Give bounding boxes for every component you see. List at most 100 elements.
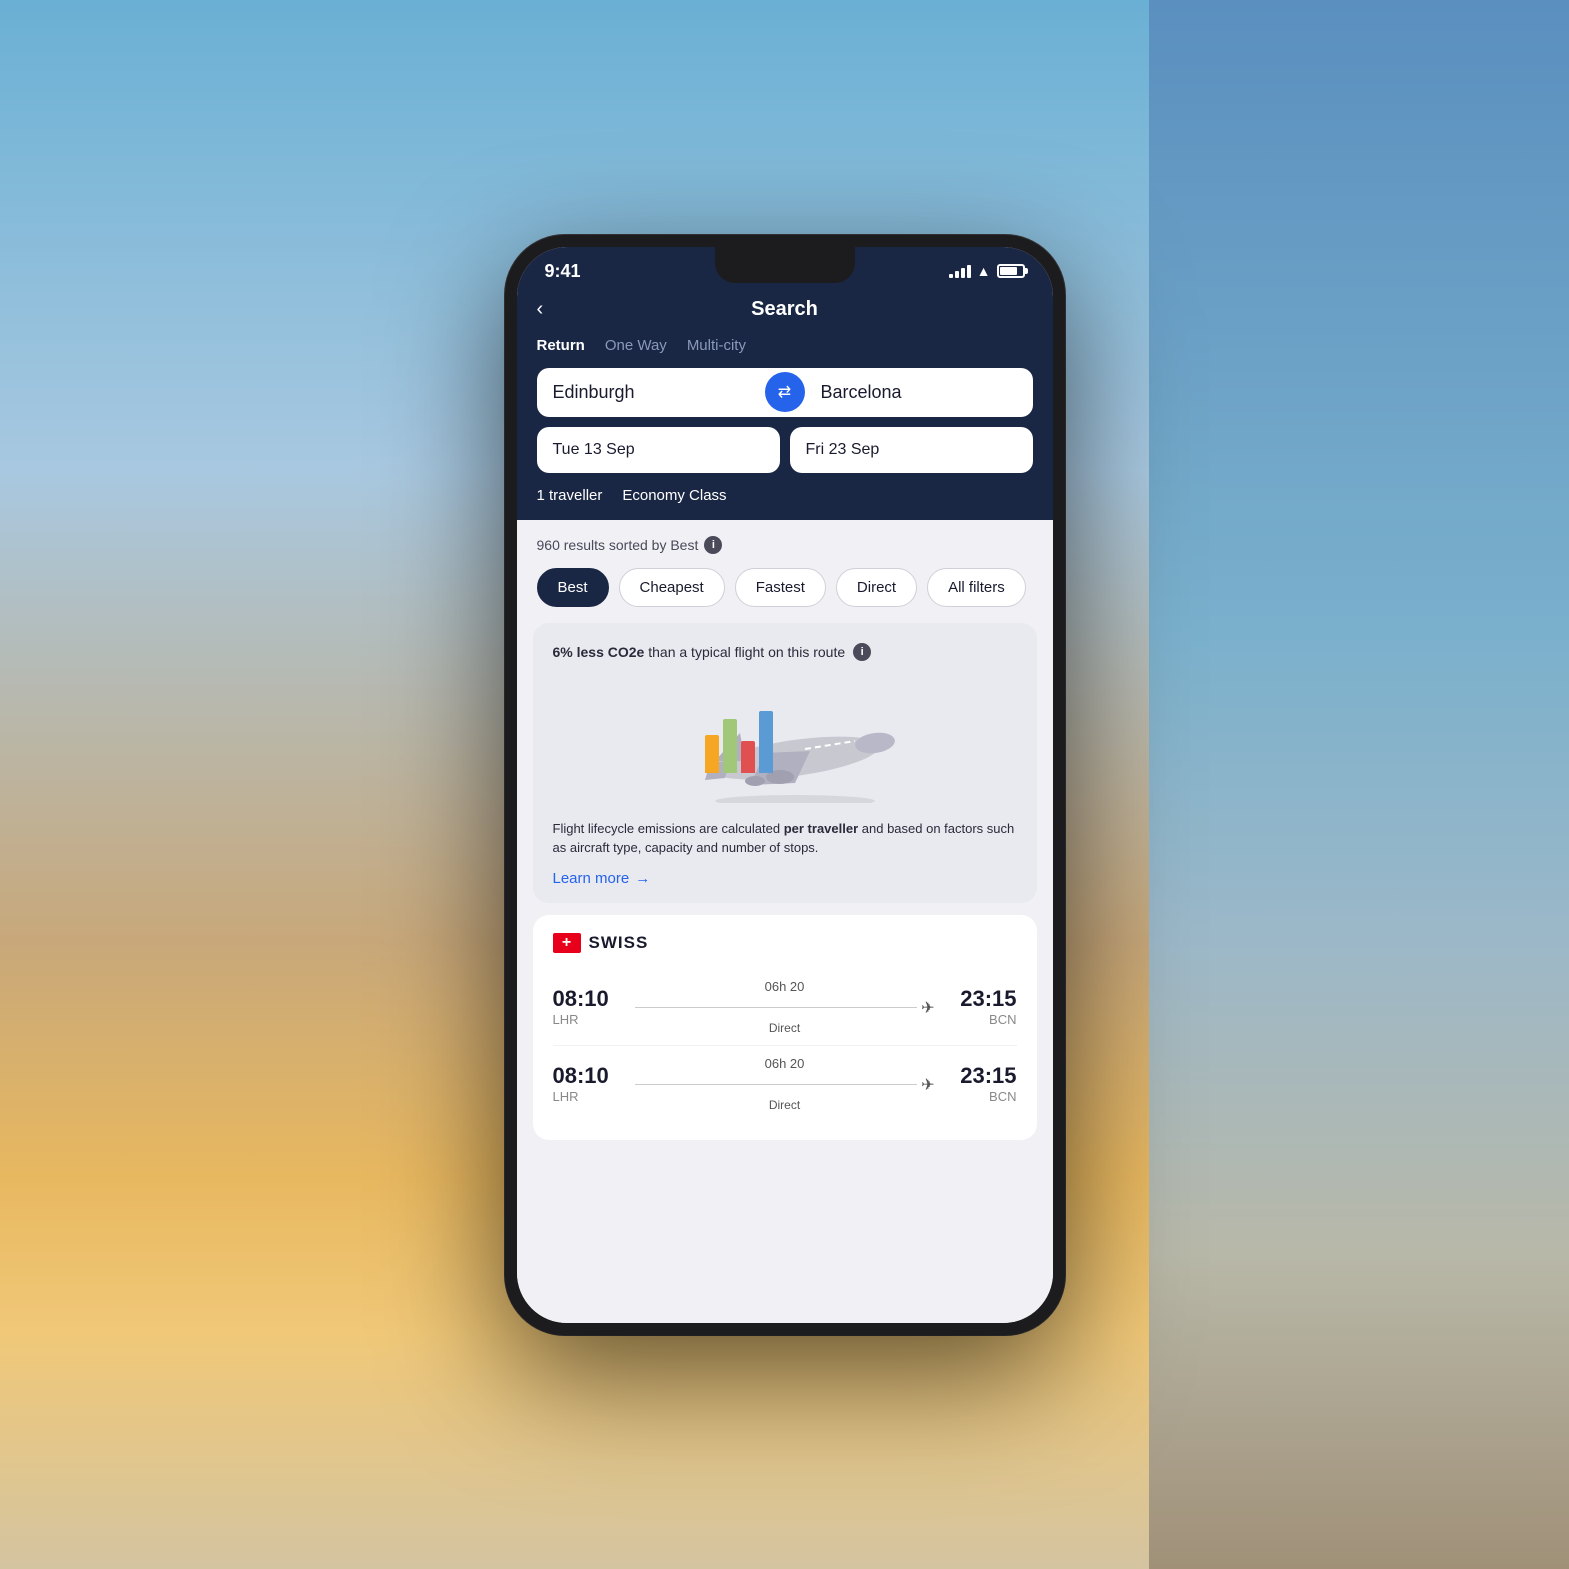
stop-type-2: Direct — [769, 1098, 800, 1112]
duration-text-2: 06h 20 — [765, 1056, 805, 1071]
depart-time-2: 08:10 LHR — [553, 1063, 623, 1104]
co2-header: 6% less CO2e than a typical flight on th… — [553, 643, 1017, 661]
status-time: 9:41 — [545, 261, 581, 282]
stop-type-1: Direct — [769, 1021, 800, 1035]
chart-bar-1 — [705, 735, 719, 773]
return-date-field[interactable]: Fri 23 Sep — [790, 427, 1033, 473]
search-header: ‹ Search Return One Way Multi-city Edinb… — [517, 290, 1053, 520]
route-row: Edinburgh ⇄ Barcelona — [537, 368, 1033, 417]
co2-body-bold: per traveller — [784, 821, 858, 836]
co2-body-prefix: Flight lifecycle emissions are calculate… — [553, 821, 784, 836]
learn-more-link[interactable]: Learn more → — [553, 870, 1017, 887]
info-icon-text: i — [712, 539, 715, 551]
signal-bar-2 — [955, 271, 959, 278]
depart-time-1: 08:10 LHR — [553, 986, 623, 1027]
airline-name: SWISS — [589, 933, 649, 953]
filter-chip-cheapest-label: Cheapest — [640, 579, 704, 596]
depart-time-value-1: 08:10 — [553, 986, 623, 1012]
flight-duration-2: 06h 20 ✈ Direct — [623, 1056, 947, 1112]
filter-chip-fastest[interactable]: Fastest — [735, 568, 826, 607]
results-count: 960 results sorted by Best i — [537, 536, 1033, 554]
airplane-illustration — [665, 693, 905, 803]
cabin-class-field[interactable]: Economy Class — [622, 487, 726, 504]
learn-more-text: Learn more — [553, 870, 630, 887]
filter-chip-best[interactable]: Best — [537, 568, 609, 607]
back-button[interactable]: ‹ — [537, 298, 544, 321]
phone-shell: 9:41 ▲ ‹ Sea — [505, 235, 1065, 1335]
learn-more-arrow: → — [635, 870, 650, 887]
swiss-logo-cross — [553, 933, 581, 953]
phone-screen: 9:41 ▲ ‹ Sea — [517, 247, 1053, 1323]
destination-field[interactable]: Barcelona — [805, 368, 1033, 417]
co2-info-icon[interactable]: i — [853, 643, 871, 661]
depart-airport-1: LHR — [553, 1012, 623, 1027]
depart-time-value-2: 08:10 — [553, 1063, 623, 1089]
dates-row: Tue 13 Sep Fri 23 Sep — [537, 427, 1033, 473]
co2-info-icon-text: i — [861, 646, 864, 658]
duration-line-2: ✈ — [635, 1075, 935, 1095]
results-area[interactable]: 960 results sorted by Best i Best Cheape… — [517, 520, 1053, 1323]
arrival-time-2: 23:15 BCN — [947, 1063, 1017, 1104]
tab-return[interactable]: Return — [537, 337, 585, 354]
plane-icon-1: ✈ — [921, 998, 934, 1018]
origin-field[interactable]: Edinburgh — [537, 368, 765, 417]
status-icons: ▲ — [949, 263, 1025, 279]
duration-line-1: ✈ — [635, 998, 935, 1018]
header-nav: ‹ Search — [537, 298, 1033, 321]
page-title: Search — [751, 298, 818, 321]
co2-body-text: Flight lifecycle emissions are calculate… — [553, 819, 1017, 858]
results-summary-text: 960 results sorted by Best — [537, 537, 699, 553]
arrival-time-1: 23:15 BCN — [947, 986, 1017, 1027]
flight-card-swiss[interactable]: SWISS 08:10 LHR 06h 20 ✈ — [533, 915, 1037, 1140]
battery-icon — [997, 264, 1025, 278]
background-right — [1149, 0, 1569, 1569]
line-left-1 — [635, 1007, 918, 1009]
chart-bar-3 — [741, 741, 755, 773]
filter-chips: Best Cheapest Fastest Direct All filters — [537, 568, 1033, 611]
tab-multi-city[interactable]: Multi-city — [687, 337, 746, 354]
flight-duration-1: 06h 20 ✈ Direct — [623, 979, 947, 1035]
phone-mockup: 9:41 ▲ ‹ Sea — [505, 235, 1065, 1335]
arrival-airport-1: BCN — [947, 1012, 1017, 1027]
signal-icon — [949, 264, 971, 278]
filter-chip-cheapest[interactable]: Cheapest — [619, 568, 725, 607]
travel-info: 1 traveller Economy Class — [537, 487, 1033, 504]
signal-bar-3 — [961, 268, 965, 278]
co2-card: 6% less CO2e than a typical flight on th… — [533, 623, 1037, 903]
wifi-icon: ▲ — [977, 263, 991, 279]
depart-date-field[interactable]: Tue 13 Sep — [537, 427, 780, 473]
co2-illustration — [553, 673, 1017, 803]
filter-chip-all[interactable]: All filters — [927, 568, 1026, 607]
signal-bar-4 — [967, 265, 971, 278]
filter-chip-best-label: Best — [558, 579, 588, 596]
results-header: 960 results sorted by Best i Best Cheape… — [517, 520, 1053, 623]
arrival-time-value-2: 23:15 — [947, 1063, 1017, 1089]
line-left-2 — [635, 1084, 918, 1086]
co2-suffix: than a typical flight on this route — [648, 644, 845, 660]
arrival-airport-2: BCN — [947, 1089, 1017, 1104]
battery-fill — [1000, 267, 1018, 275]
phone-notch — [715, 247, 855, 283]
filter-chip-direct-label: Direct — [857, 579, 896, 596]
chart-bar-2 — [723, 719, 737, 773]
airline-logo: SWISS — [553, 933, 1017, 953]
co2-chart — [705, 711, 773, 773]
co2-percent: 6% less CO2e — [553, 644, 645, 660]
flight-row-1: 08:10 LHR 06h 20 ✈ Direct 23: — [553, 969, 1017, 1045]
co2-headline: 6% less CO2e than a typical flight on th… — [553, 644, 846, 660]
travellers-field[interactable]: 1 traveller — [537, 487, 603, 504]
flight-row-2: 08:10 LHR 06h 20 ✈ Direct 23: — [553, 1045, 1017, 1122]
duration-text-1: 06h 20 — [765, 979, 805, 994]
info-icon[interactable]: i — [704, 536, 722, 554]
depart-airport-2: LHR — [553, 1089, 623, 1104]
arrival-time-value-1: 23:15 — [947, 986, 1017, 1012]
swap-button[interactable]: ⇄ — [765, 372, 805, 412]
chart-bar-4 — [759, 711, 773, 773]
signal-bar-1 — [949, 274, 953, 278]
plane-icon-2: ✈ — [921, 1075, 934, 1095]
trip-type-tabs: Return One Way Multi-city — [537, 337, 1033, 354]
filter-chip-fastest-label: Fastest — [756, 579, 805, 596]
tab-one-way[interactable]: One Way — [605, 337, 667, 354]
filter-chip-all-label: All filters — [948, 579, 1005, 596]
filter-chip-direct[interactable]: Direct — [836, 568, 917, 607]
